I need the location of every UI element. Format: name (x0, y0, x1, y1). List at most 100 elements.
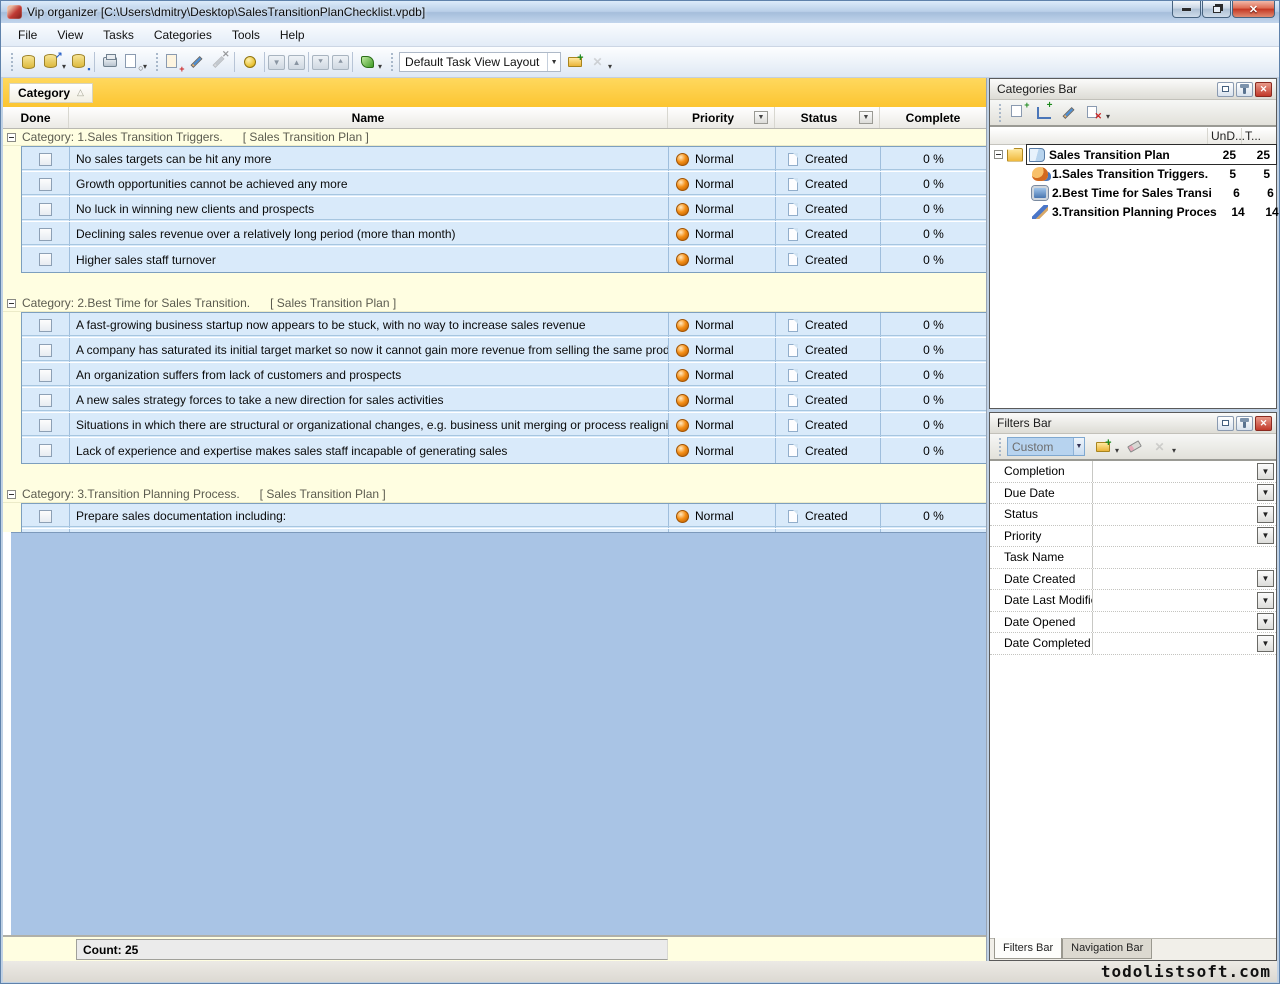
menu-item-categories[interactable]: Categories (145, 25, 221, 45)
filter-dropdown-button[interactable]: ▼ (1257, 527, 1274, 544)
print-preview-dropdown[interactable]: ▾ (143, 62, 147, 71)
categories-toolbar-dropdown[interactable]: ▾ (1106, 112, 1110, 121)
reminder-dropdown[interactable]: ▾ (378, 62, 382, 71)
task-checkbox[interactable] (39, 153, 52, 166)
categories-pin-button[interactable] (1236, 82, 1253, 97)
move-to-top-button[interactable]: ⯅ (332, 55, 349, 70)
task-row[interactable]: Situations in which there are structural… (22, 413, 986, 438)
new-task-button[interactable]: + (162, 51, 185, 74)
priority-filter-button[interactable]: ▼ (754, 111, 768, 124)
status-filter-button[interactable]: ▼ (859, 111, 873, 124)
categories-close-button[interactable]: ✕ (1255, 82, 1272, 97)
task-checkbox[interactable] (39, 253, 52, 266)
task-row[interactable]: Declining sales revenue over a relativel… (22, 222, 986, 247)
task-checkbox[interactable] (39, 178, 52, 191)
delete-task-button[interactable]: ✕ (208, 51, 231, 74)
add-subcategory-button[interactable] (1032, 101, 1055, 124)
close-button[interactable]: ✕ (1232, 1, 1275, 18)
tree-item[interactable]: Sales Transition Plan2525 (990, 145, 1276, 164)
task-row[interactable]: Prepare sales documentation including:No… (22, 504, 986, 529)
complete-task-button[interactable] (238, 51, 261, 74)
task-row[interactable]: A new sales strategy forces to take a ne… (22, 388, 986, 413)
save-database-button[interactable]: ▪ (68, 51, 91, 74)
restore-button[interactable] (1202, 1, 1231, 18)
task-checkbox[interactable] (39, 319, 52, 332)
collapse-icon[interactable] (7, 133, 16, 142)
tree-item[interactable]: 2.Best Time for Sales Transi66 (990, 183, 1276, 202)
column-complete[interactable]: Complete (880, 107, 986, 128)
task-row[interactable]: Higher sales staff turnoverNormalCreated… (22, 247, 986, 272)
task-checkbox[interactable] (39, 369, 52, 382)
column-done[interactable]: Done (3, 107, 69, 128)
save-layout-button[interactable] (563, 51, 586, 74)
menu-item-help[interactable]: Help (271, 25, 314, 45)
task-row[interactable]: No luck in winning new clients and prosp… (22, 197, 986, 222)
reminder-button[interactable] (356, 51, 379, 74)
column-priority[interactable]: Priority▼ (668, 107, 775, 128)
task-row[interactable]: Review accounts including the following … (22, 529, 986, 532)
layout-combo[interactable]: Default Task View Layout ▼ (399, 52, 561, 72)
delete-layout-button[interactable]: ✕ (586, 51, 609, 74)
task-row[interactable]: No sales targets can be hit any moreNorm… (22, 147, 986, 172)
tree-item[interactable]: 1.Sales Transition Triggers.55 (990, 164, 1276, 183)
task-checkbox[interactable] (39, 419, 52, 432)
task-row[interactable]: A company has saturated its initial targ… (22, 338, 986, 363)
menu-item-tasks[interactable]: Tasks (94, 25, 143, 45)
category-header-row[interactable]: Category: 3.Transition Planning Process.… (3, 486, 986, 503)
task-row[interactable]: Lack of experience and expertise makes s… (22, 438, 986, 463)
task-checkbox[interactable] (39, 444, 52, 457)
print-preview-button[interactable]: ○ (121, 51, 144, 74)
delete-category-button[interactable] (1082, 101, 1105, 124)
task-checkbox[interactable] (39, 203, 52, 216)
save-filter-button[interactable] (1091, 435, 1114, 458)
filter-dropdown-button[interactable]: ▼ (1257, 635, 1274, 652)
task-row[interactable]: An organization suffers from lack of cus… (22, 363, 986, 388)
filter-dropdown-button[interactable]: ▼ (1257, 570, 1274, 587)
add-category-button[interactable]: + (1007, 101, 1030, 124)
move-to-bottom-button[interactable]: ⯆ (312, 55, 329, 70)
minimize-button[interactable] (1172, 1, 1201, 18)
filter-dropdown-button[interactable]: ▼ (1257, 613, 1274, 630)
group-by-category-button[interactable]: Category △ (9, 83, 93, 103)
tab-navigation-bar[interactable]: Navigation Bar (1062, 939, 1152, 959)
column-status[interactable]: Status▼ (775, 107, 880, 128)
filters-restore-button[interactable] (1217, 416, 1234, 431)
task-row[interactable]: A fast-growing business startup now appe… (22, 313, 986, 338)
new-database-button[interactable] (17, 51, 40, 74)
print-button[interactable] (98, 51, 121, 74)
column-name[interactable]: Name (69, 107, 668, 128)
tree-column-undone[interactable]: UnD... (1208, 128, 1242, 144)
task-row[interactable]: Growth opportunities cannot be achieved … (22, 172, 986, 197)
collapse-icon[interactable] (7, 299, 16, 308)
open-database-button[interactable]: ↗ (40, 51, 63, 74)
tree-item[interactable]: 3.Transition Planning Proces1414 (990, 202, 1276, 221)
task-checkbox[interactable] (39, 344, 52, 357)
filter-dropdown-button[interactable]: ▼ (1257, 592, 1274, 609)
task-checkbox[interactable] (39, 510, 52, 523)
filters-close-button[interactable]: ✕ (1255, 416, 1272, 431)
open-database-dropdown[interactable]: ▾ (62, 62, 66, 71)
menu-item-view[interactable]: View (48, 25, 92, 45)
category-header-row[interactable]: Category: 1.Sales Transition Triggers.[ … (3, 129, 986, 146)
filter-dropdown-button[interactable]: ▼ (1257, 484, 1274, 501)
collapse-icon[interactable] (994, 150, 1003, 159)
task-checkbox[interactable] (39, 394, 52, 407)
move-down-button[interactable]: ▼ (268, 55, 285, 70)
tab-filters-bar[interactable]: Filters Bar (994, 938, 1062, 959)
filter-dropdown-button[interactable]: ▼ (1257, 463, 1274, 480)
delete-filter-button[interactable]: ✕ (1148, 435, 1171, 458)
category-header-row[interactable]: Category: 2.Best Time for Sales Transiti… (3, 295, 986, 312)
filter-preset-combo[interactable]: Custom ▼ (1007, 437, 1085, 456)
menu-item-tools[interactable]: Tools (223, 25, 269, 45)
tree-column-total[interactable]: T... (1242, 128, 1276, 144)
task-checkbox[interactable] (39, 228, 52, 241)
edit-task-button[interactable] (185, 51, 208, 74)
filter-dropdown-button[interactable]: ▼ (1257, 506, 1274, 523)
collapse-icon[interactable] (7, 490, 16, 499)
categories-restore-button[interactable] (1217, 82, 1234, 97)
menu-item-file[interactable]: File (9, 25, 46, 45)
clear-filter-button[interactable] (1123, 435, 1146, 458)
save-filter-dropdown[interactable]: ▾ (1115, 446, 1119, 455)
move-up-button[interactable]: ▲ (288, 55, 305, 70)
edit-category-button[interactable] (1057, 101, 1080, 124)
